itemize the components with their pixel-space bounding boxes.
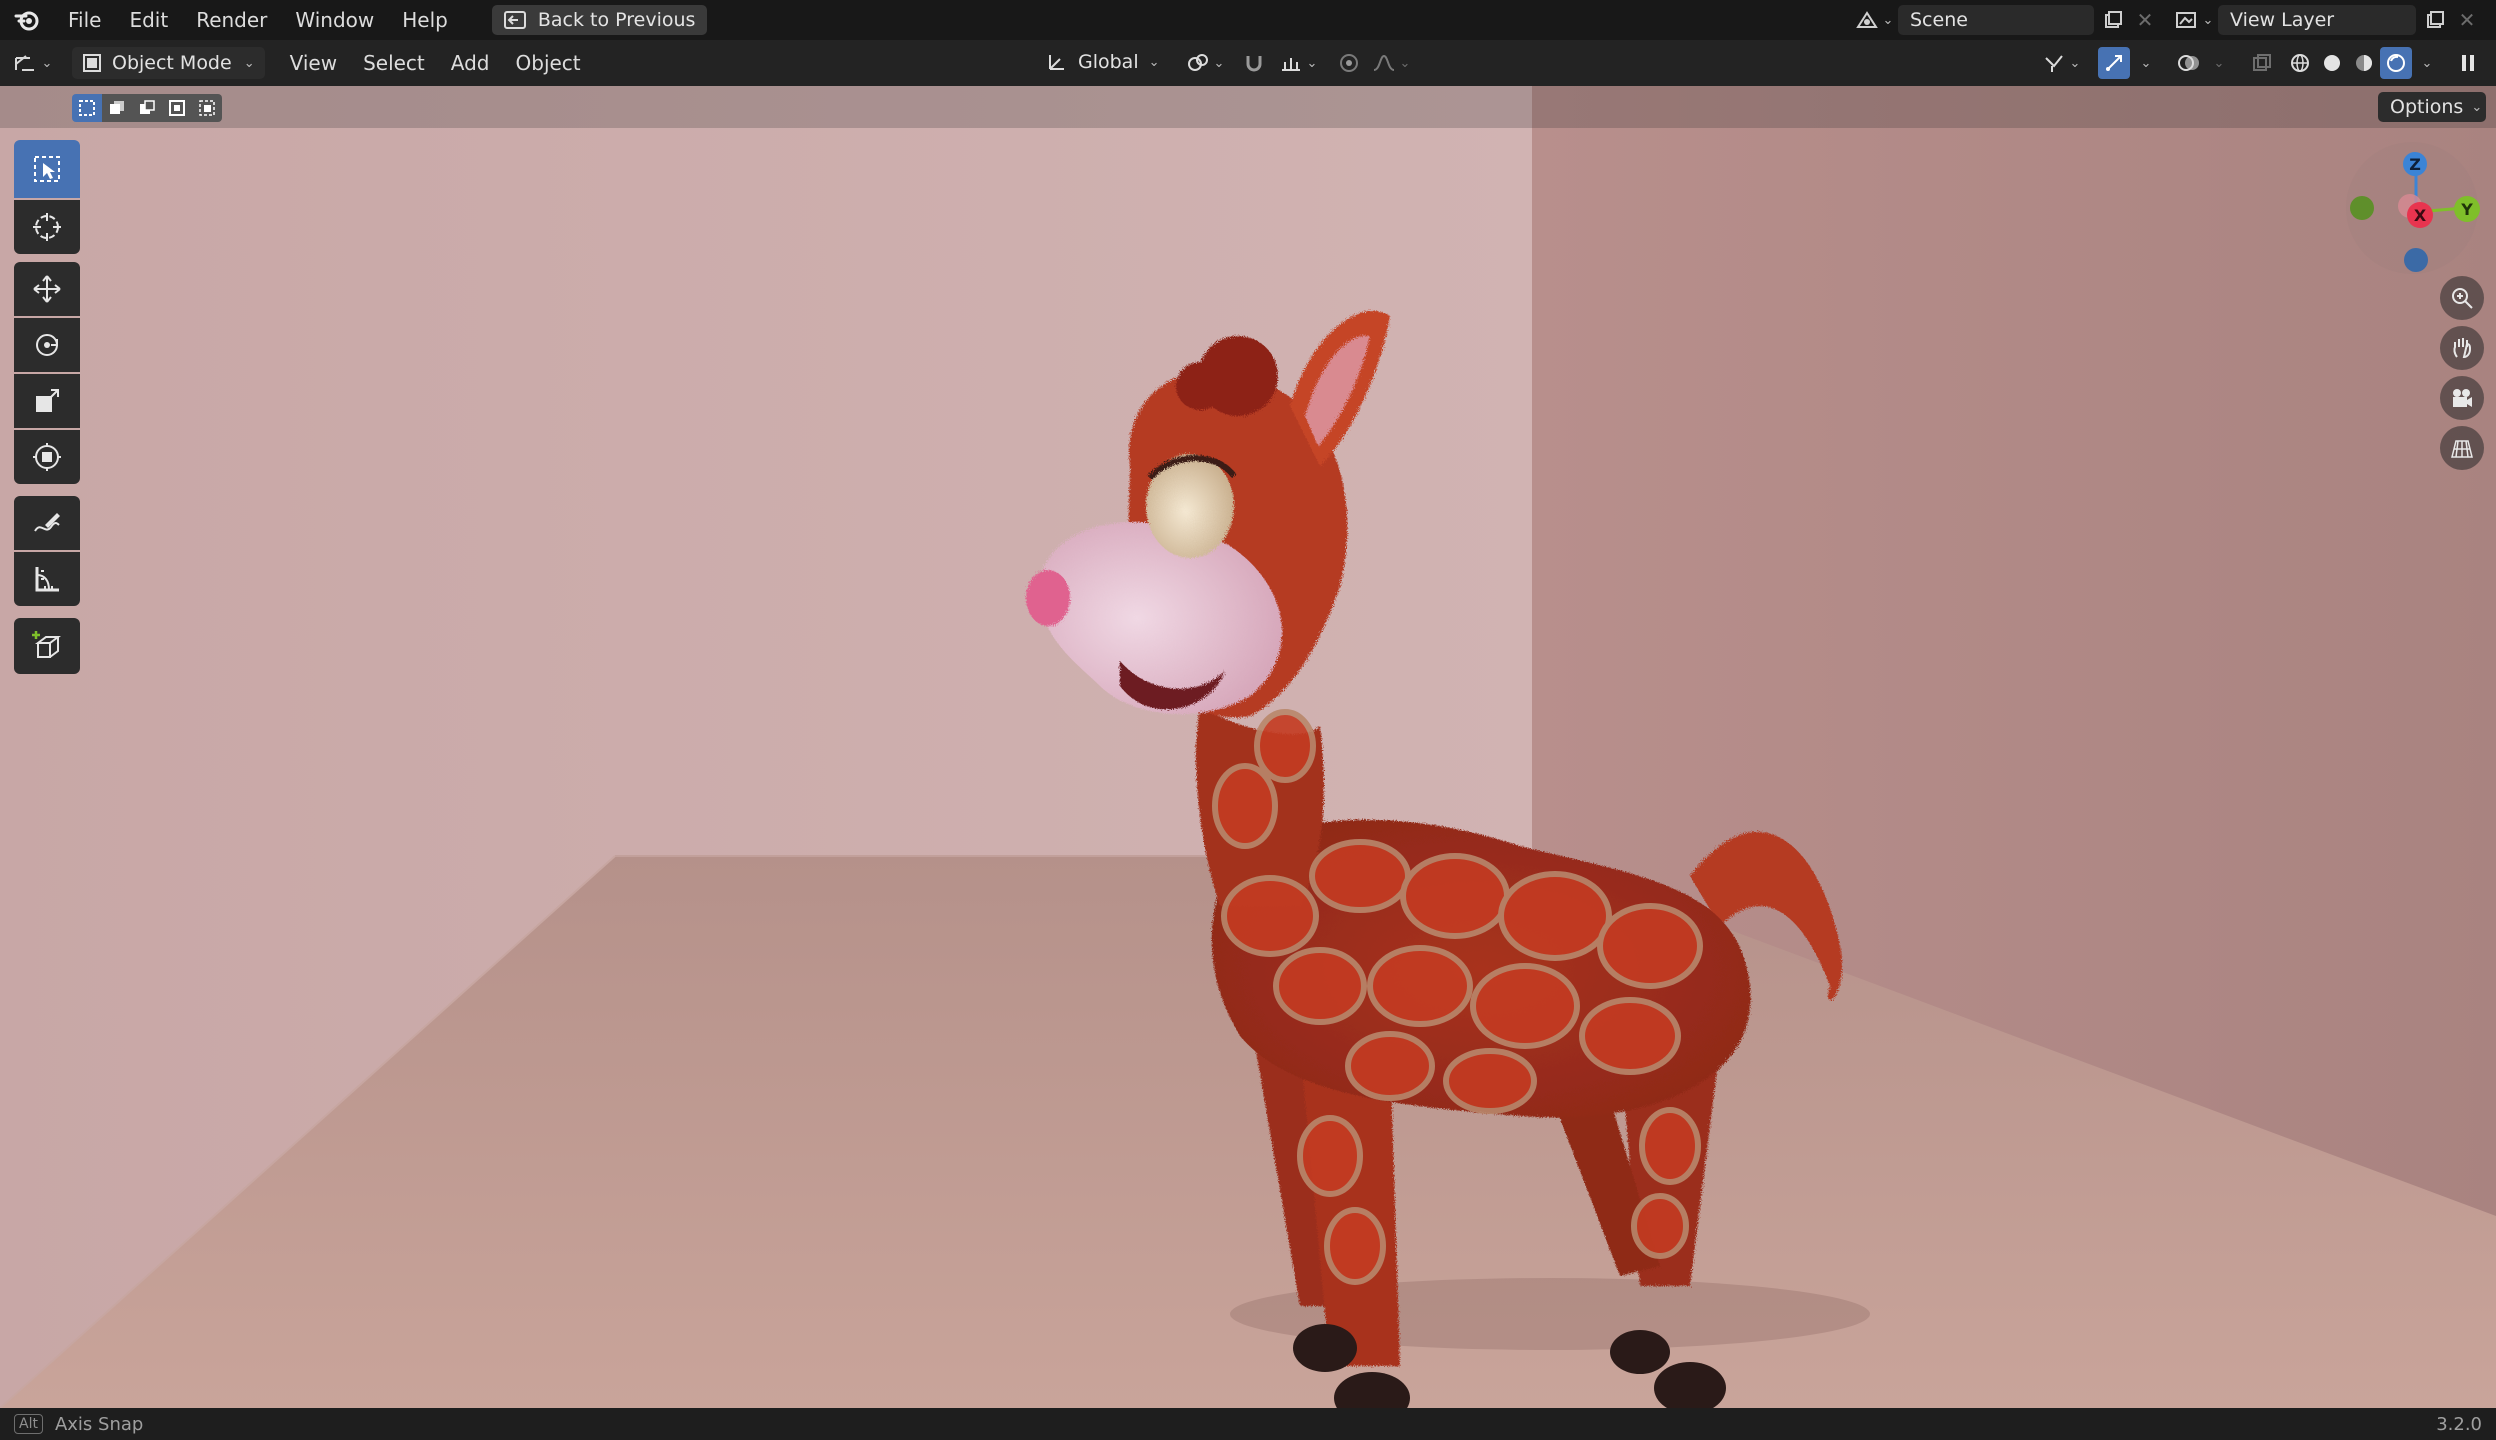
- viewport-header: ⌄ Object Mode ⌄ View Select Add Object G…: [0, 40, 2496, 86]
- scene-name-field[interactable]: Scene: [1898, 5, 2094, 35]
- shading-dropdown-icon[interactable]: ⌄: [2414, 47, 2436, 79]
- visibility-selectability-icon[interactable]: ⌄: [2036, 47, 2086, 79]
- gizmo-axis-x[interactable]: X: [2407, 202, 2433, 228]
- xray-toggle-icon[interactable]: [2246, 47, 2278, 79]
- pivot-point-icon[interactable]: ⌄: [1182, 47, 1228, 79]
- add-cube-tool-icon[interactable]: [14, 618, 80, 674]
- menu-window[interactable]: Window: [281, 0, 388, 40]
- zoom-icon[interactable]: [2440, 276, 2484, 320]
- rotate-tool-icon[interactable]: [14, 318, 80, 372]
- annotate-tool-icon[interactable]: [14, 496, 80, 550]
- back-to-previous-label: Back to Previous: [537, 9, 696, 31]
- select-extend-icon[interactable]: [102, 94, 132, 122]
- view-layer-name-field[interactable]: View Layer: [2218, 5, 2416, 35]
- view-layer-name: View Layer: [2230, 9, 2335, 31]
- top-menu-bar: File Edit Render Window Help Back to Pre…: [0, 0, 2496, 40]
- scene-type-icon[interactable]: ⌄: [1852, 5, 1896, 35]
- gizmo-axis-z[interactable]: Z: [2403, 152, 2427, 176]
- status-bar: Alt Axis Snap 3.2.0: [0, 1408, 2496, 1440]
- pan-hand-icon[interactable]: [2440, 326, 2484, 370]
- proportional-edit-icon[interactable]: [1332, 47, 1366, 79]
- wireframe-shading-icon[interactable]: [2284, 47, 2316, 79]
- blender-logo-icon[interactable]: [0, 0, 54, 40]
- gizmo-toggle-icon[interactable]: [2098, 47, 2130, 79]
- solid-shading-icon[interactable]: [2316, 47, 2348, 79]
- editor-type-icon[interactable]: ⌄: [0, 40, 64, 86]
- menu-add[interactable]: Add: [438, 40, 503, 86]
- menu-file[interactable]: File: [54, 0, 115, 40]
- rendered-shading-icon[interactable]: [2380, 47, 2412, 79]
- snap-toggle-icon[interactable]: [1236, 47, 1272, 79]
- new-view-layer-icon[interactable]: [2420, 5, 2450, 35]
- delete-scene-icon[interactable]: ✕: [2130, 5, 2160, 35]
- 3d-viewport[interactable]: Z X Y: [0, 86, 2496, 1408]
- object-mode-icon: [82, 53, 102, 73]
- move-tool-icon[interactable]: [14, 262, 80, 316]
- gizmo-axis-y[interactable]: Y: [2454, 196, 2480, 222]
- menu-help[interactable]: Help: [388, 0, 462, 40]
- select-box-tool-icon[interactable]: [14, 140, 80, 198]
- alt-key-badge: Alt: [14, 1414, 43, 1434]
- back-screen-icon: [503, 11, 526, 29]
- overlays-dropdown-icon[interactable]: ⌄: [2206, 47, 2228, 79]
- selection-mode-buttons: [72, 94, 222, 122]
- menu-object[interactable]: Object: [503, 40, 594, 86]
- orientation-label: Global: [1078, 51, 1139, 73]
- menu-select[interactable]: Select: [350, 40, 438, 86]
- select-subtract-icon[interactable]: [132, 94, 162, 122]
- gizmo-dropdown-icon[interactable]: ⌄: [2132, 47, 2156, 79]
- pause-render-icon[interactable]: [2452, 47, 2484, 79]
- select-new-icon[interactable]: [72, 94, 102, 122]
- back-to-previous-button[interactable]: Back to Previous: [491, 5, 708, 35]
- new-scene-icon[interactable]: [2098, 5, 2128, 35]
- scene-name: Scene: [1910, 9, 1968, 31]
- select-invert-icon[interactable]: [162, 94, 192, 122]
- object-mode-label: Object Mode: [112, 52, 232, 74]
- rendered-scene: [0, 86, 2496, 1408]
- transform-tool-icon[interactable]: [14, 430, 80, 484]
- version-label: 3.2.0: [2436, 1413, 2482, 1435]
- axis-snap-hint: Axis Snap: [54, 1413, 144, 1435]
- scale-tool-icon[interactable]: [14, 374, 80, 428]
- orientation-icon: [1046, 51, 1068, 73]
- perspective-toggle-icon[interactable]: [2440, 426, 2484, 470]
- chevron-down-icon: ⌄: [243, 55, 255, 71]
- snap-target-icon[interactable]: ⌄: [1274, 47, 1322, 79]
- menu-edit[interactable]: Edit: [115, 0, 182, 40]
- select-intersect-icon[interactable]: [192, 94, 222, 122]
- camera-view-icon[interactable]: [2440, 376, 2484, 420]
- tool-settings-bar: Options ⌄: [0, 86, 2496, 128]
- falloff-curve-icon[interactable]: ⌄: [1368, 47, 1414, 79]
- menu-render[interactable]: Render: [182, 0, 281, 40]
- options-dropdown[interactable]: Options ⌄: [2378, 92, 2486, 122]
- material-preview-shading-icon[interactable]: [2348, 47, 2380, 79]
- delete-view-layer-icon[interactable]: ✕: [2452, 5, 2482, 35]
- cursor-tool-icon[interactable]: [14, 200, 80, 254]
- view-layer-type-icon[interactable]: ⌄: [2172, 5, 2216, 35]
- transform-orientation-dropdown[interactable]: Global ⌄: [1040, 47, 1172, 77]
- measure-tool-icon[interactable]: [14, 552, 80, 606]
- menu-view[interactable]: View: [277, 40, 350, 86]
- options-label: Options: [2390, 96, 2464, 118]
- object-mode-dropdown[interactable]: Object Mode ⌄: [72, 47, 265, 79]
- overlays-toggle-icon[interactable]: [2172, 47, 2206, 79]
